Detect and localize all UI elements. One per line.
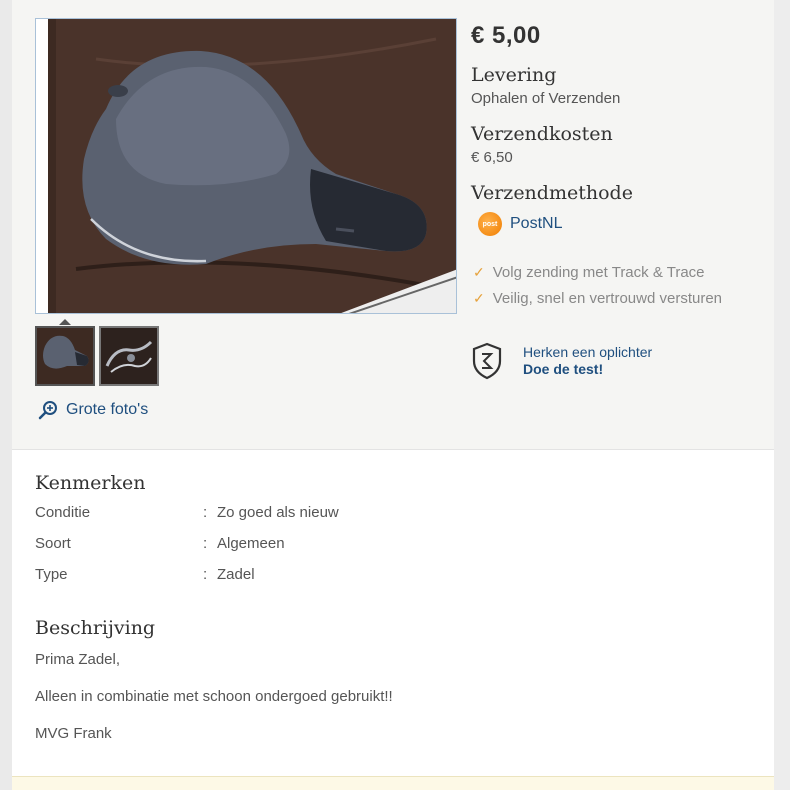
spec-value: Zadel (217, 566, 255, 583)
spec-value: Zo goed als nieuw (217, 504, 339, 521)
price: € 5,00 (471, 22, 541, 49)
thumbnail-1[interactable] (35, 326, 95, 386)
benefit-item: ✓ Veilig, snel en vertrouwd versturen (473, 290, 722, 307)
spec-row: Type : Zadel (35, 566, 755, 597)
large-photos-label: Grote foto's (66, 401, 149, 418)
shipping-method-title: Verzendmethode (471, 182, 633, 204)
page-gutter (774, 0, 790, 790)
postnl-logo-icon: post (478, 212, 502, 236)
fraud-line-1[interactable]: Herken een oplichter (523, 344, 652, 361)
description-body: Prima Zadel, Alleen in combinatie met sc… (35, 651, 755, 742)
selected-thumb-pointer (59, 319, 71, 325)
listing-card: Grote foto's € 5,00 Levering Ophalen of … (12, 0, 774, 790)
description-paragraph: MVG Frank (35, 725, 112, 742)
zoom-in-icon (38, 401, 57, 420)
shipping-cost-title: Verzendkosten (471, 123, 613, 145)
spec-key: Conditie (35, 504, 91, 521)
main-photo[interactable] (35, 18, 457, 314)
carrier-label: PostNL (510, 215, 563, 232)
notice-strip (12, 776, 774, 790)
listing-summary-panel: Grote foto's € 5,00 Levering Ophalen of … (12, 0, 774, 450)
specs-title: Kenmerken (35, 472, 146, 494)
spec-row: Conditie : Zo goed als nieuw (35, 504, 755, 535)
benefit-label: Volg zending met Track & Trace (492, 264, 705, 281)
thumbnail-2[interactable] (99, 326, 159, 386)
description-title: Beschrijving (35, 617, 156, 639)
large-photos-link[interactable]: Grote foto's (38, 400, 148, 420)
specs-table: Conditie : Zo goed als nieuw Soort : Alg… (35, 504, 755, 597)
spec-key: Type (35, 566, 68, 583)
delivery-title: Levering (471, 64, 557, 86)
listing-details: Kenmerken Conditie : Zo goed als nieuw S… (35, 472, 755, 742)
spec-value: Algemeen (217, 535, 285, 552)
check-icon: ✓ (473, 264, 485, 280)
spec-key: Soort (35, 535, 71, 552)
fraud-test-link[interactable]: Herken een oplichter Doe de test! (471, 342, 652, 380)
fraud-test-text[interactable]: Herken een oplichter Doe de test! (523, 344, 652, 378)
postnl-carrier: post PostNL (478, 212, 562, 236)
check-icon: ✓ (473, 290, 485, 306)
spec-row: Soort : Algemeen (35, 535, 755, 566)
description-paragraph: Alleen in combinatie met schoon ondergoe… (35, 688, 393, 705)
benefit-item: ✓ Volg zending met Track & Trace (473, 264, 705, 281)
delivery-value: Ophalen of Verzenden (471, 90, 621, 107)
description-paragraph: Prima Zadel, (35, 651, 121, 668)
shipping-cost-value: € 6,50 (471, 149, 513, 166)
shield-icon (472, 342, 502, 380)
benefit-label: Veilig, snel en vertrouwd versturen (492, 290, 723, 307)
fraud-line-2[interactable]: Doe de test! (523, 361, 652, 378)
